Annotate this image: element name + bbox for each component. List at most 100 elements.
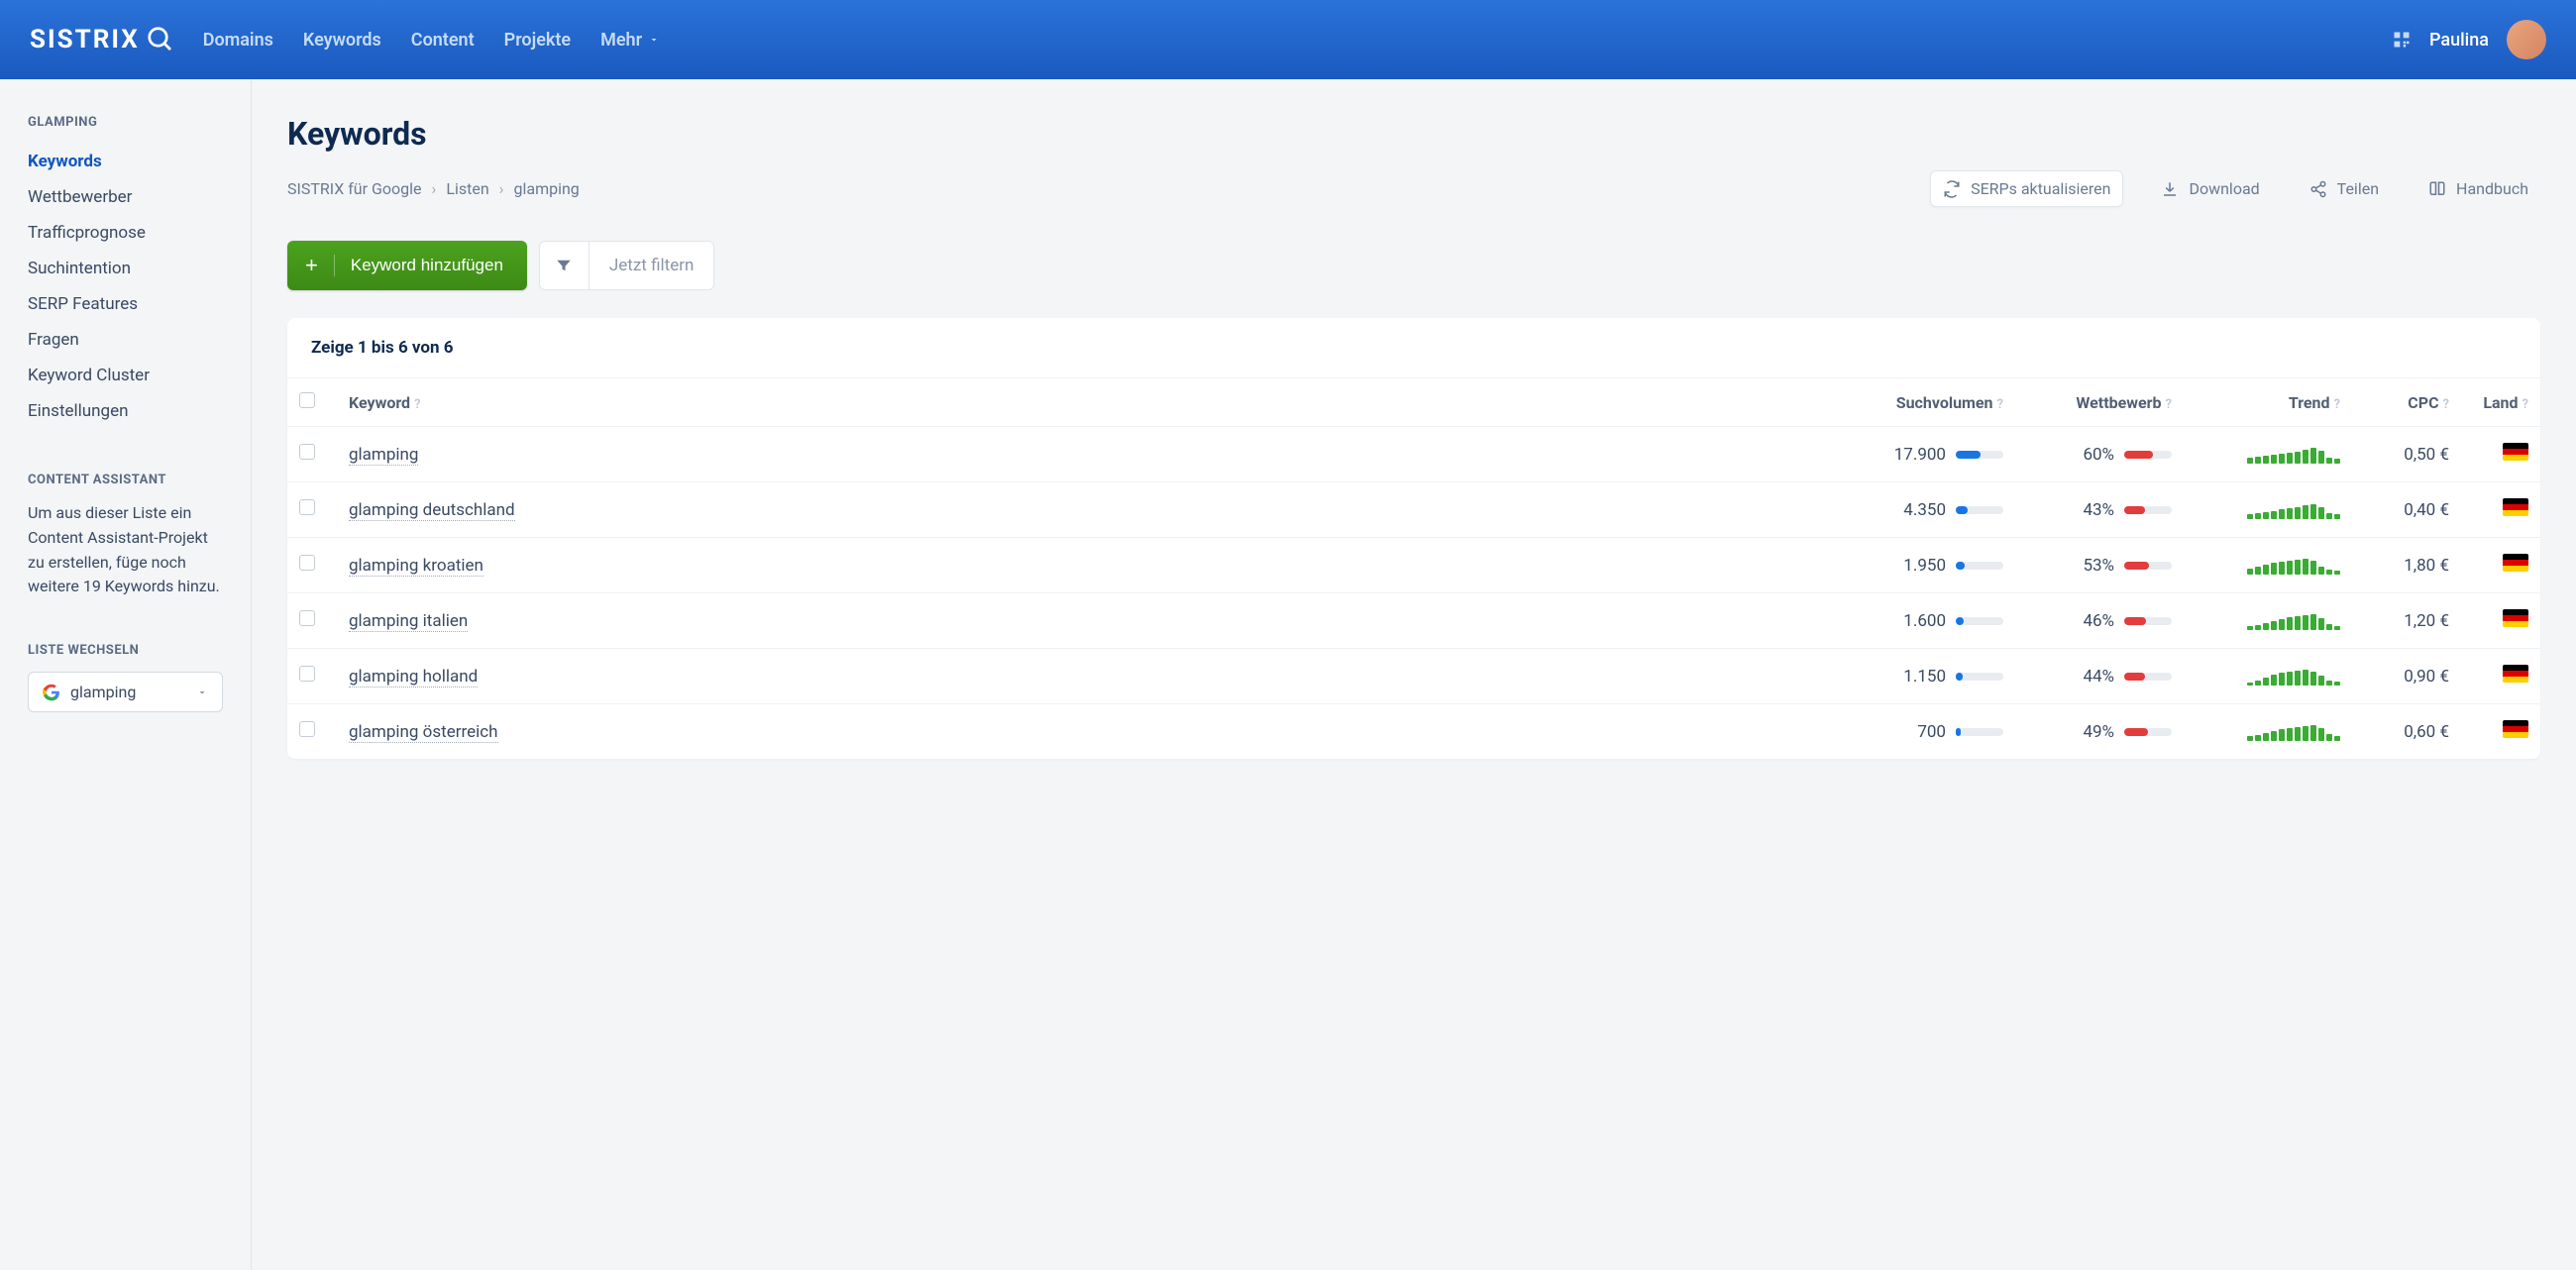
add-keyword-button[interactable]: + Keyword hinzufügen [287, 241, 527, 290]
col-cpc: CPC? [2352, 378, 2461, 427]
volume-cell: 1.150 [1857, 649, 2015, 704]
cpc-cell: 1,20 € [2352, 593, 2461, 649]
cpc-cell: 0,60 € [2352, 704, 2461, 760]
cpc-cell: 0,50 € [2352, 427, 2461, 482]
help-icon[interactable]: ? [2334, 397, 2340, 412]
trend-cell [2184, 538, 2352, 593]
sidebar-item-keywords[interactable]: Keywords [28, 144, 223, 179]
sidebar-item-questions[interactable]: Fragen [28, 322, 223, 358]
list-selector[interactable]: glamping [28, 672, 223, 712]
share-icon [2309, 180, 2327, 198]
share-button[interactable]: Teilen [2298, 171, 2391, 206]
volume-cell: 1.950 [1857, 538, 2015, 593]
keyword-link[interactable]: glamping deutschland [349, 500, 515, 521]
volume-cell: 17.900 [1857, 427, 2015, 482]
user-area: Paulina [2392, 20, 2546, 59]
sidebar-item-settings[interactable]: Einstellungen [28, 393, 223, 429]
keyword-link[interactable]: glamping holland [349, 667, 478, 688]
plus-icon: + [305, 255, 335, 276]
table-row: glamping deutschland4.35043%0,40 € [287, 482, 2540, 538]
user-avatar[interactable] [2507, 20, 2546, 59]
filter-group: Jetzt filtern [539, 241, 714, 290]
username[interactable]: Paulina [2429, 30, 2489, 51]
select-all-checkbox[interactable] [299, 392, 315, 408]
help-icon[interactable]: ? [2522, 397, 2528, 412]
sidebar-item-cluster[interactable]: Keyword Cluster [28, 358, 223, 393]
competition-cell: 49% [2015, 704, 2184, 760]
breadcrumb-lists[interactable]: Listen [446, 179, 488, 198]
assistant-title: CONTENT ASSISTANT [28, 473, 223, 487]
nav-content[interactable]: Content [411, 30, 475, 51]
sidebar-item-intent[interactable]: Suchintention [28, 251, 223, 286]
sidebar-title: GLAMPING [28, 115, 223, 130]
trend-sparkline [2196, 668, 2340, 686]
page-actions: SERPs aktualisieren Download Teilen Hand… [1930, 170, 2540, 207]
sidebar-item-competitors[interactable]: Wettbewerber [28, 179, 223, 215]
refresh-serps-button[interactable]: SERPs aktualisieren [1930, 170, 2123, 207]
download-button[interactable]: Download [2149, 171, 2271, 206]
row-checkbox[interactable] [299, 499, 315, 515]
table-row: glamping 17.90060% 0,50 € [287, 427, 2540, 482]
sidebar-item-traffic[interactable]: Trafficprognose [28, 215, 223, 251]
main-content: Keywords SISTRIX für Google › Listen › g… [252, 79, 2576, 1270]
competition-cell: 60% [2015, 427, 2184, 482]
results-card: Zeige 1 bis 6 von 6 Keyword? Suchvolumen… [287, 318, 2540, 759]
keyword-link[interactable]: glamping österreich [349, 722, 498, 743]
trend-cell [2184, 704, 2352, 760]
breadcrumb-sep: › [432, 179, 437, 198]
nav-more[interactable]: Mehr [600, 30, 660, 51]
trend-sparkline [2196, 446, 2340, 464]
nav-projects[interactable]: Projekte [504, 30, 571, 51]
download-icon [2161, 180, 2179, 198]
row-checkbox[interactable] [299, 666, 315, 682]
col-trend: Trend? [2184, 378, 2352, 427]
chevron-down-icon [196, 687, 208, 698]
col-volume: Suchvolumen? [1857, 378, 2015, 427]
list-name: glamping [70, 683, 186, 701]
volume-cell: 1.600 [1857, 593, 2015, 649]
trend-cell [2184, 427, 2352, 482]
results-count: Zeige 1 bis 6 von 6 [287, 318, 2540, 377]
flag-germany-icon [2503, 720, 2528, 738]
keyword-link[interactable]: glamping kroatien [349, 556, 483, 577]
nav-domains[interactable]: Domains [203, 30, 273, 51]
nav-keywords[interactable]: Keywords [303, 30, 381, 51]
brand-text: SISTRIX [30, 25, 140, 54]
cpc-cell: 0,90 € [2352, 649, 2461, 704]
sidebar-item-serp[interactable]: SERP Features [28, 286, 223, 322]
table-row: glamping österreich70049%0,60 € [287, 704, 2540, 760]
trend-sparkline [2196, 557, 2340, 575]
apps-icon[interactable] [2392, 30, 2412, 50]
chevron-down-icon [648, 34, 660, 46]
breadcrumb-root[interactable]: SISTRIX für Google [287, 179, 422, 198]
row-checkbox[interactable] [299, 555, 315, 571]
list-switch-title: LISTE WECHSELN [28, 643, 223, 658]
trend-sparkline [2196, 723, 2340, 741]
breadcrumb-current[interactable]: glamping [513, 179, 579, 198]
row-checkbox[interactable] [299, 721, 315, 737]
row-checkbox[interactable] [299, 444, 315, 460]
flag-germany-icon [2503, 443, 2528, 461]
help-icon[interactable]: ? [1997, 397, 2003, 412]
trend-cell [2184, 482, 2352, 538]
google-icon [43, 684, 60, 701]
row-checkbox[interactable] [299, 610, 315, 626]
keyword-link[interactable]: glamping italien [349, 611, 468, 632]
competition-cell: 46% [2015, 593, 2184, 649]
filter-icon-button[interactable] [540, 242, 590, 289]
cpc-cell: 1,80 € [2352, 538, 2461, 593]
competition-cell: 44% [2015, 649, 2184, 704]
assistant-text: Um aus dieser Liste ein Content Assistan… [28, 501, 223, 599]
flag-germany-icon [2503, 665, 2528, 683]
help-icon[interactable]: ? [2443, 397, 2449, 412]
filter-now-button[interactable]: Jetzt filtern [590, 256, 713, 275]
handbook-button[interactable]: Handbuch [2416, 171, 2540, 206]
keyword-link[interactable]: glamping [349, 445, 418, 466]
trend-cell [2184, 649, 2352, 704]
breadcrumbs: SISTRIX für Google › Listen › glamping [287, 179, 580, 198]
help-icon[interactable]: ? [414, 397, 420, 412]
toolbar: + Keyword hinzufügen Jetzt filtern [287, 241, 2540, 290]
table-row: glamping kroatien1.95053%1,80 € [287, 538, 2540, 593]
brand-logo[interactable]: SISTRIX [30, 25, 175, 54]
help-icon[interactable]: ? [2166, 397, 2172, 412]
